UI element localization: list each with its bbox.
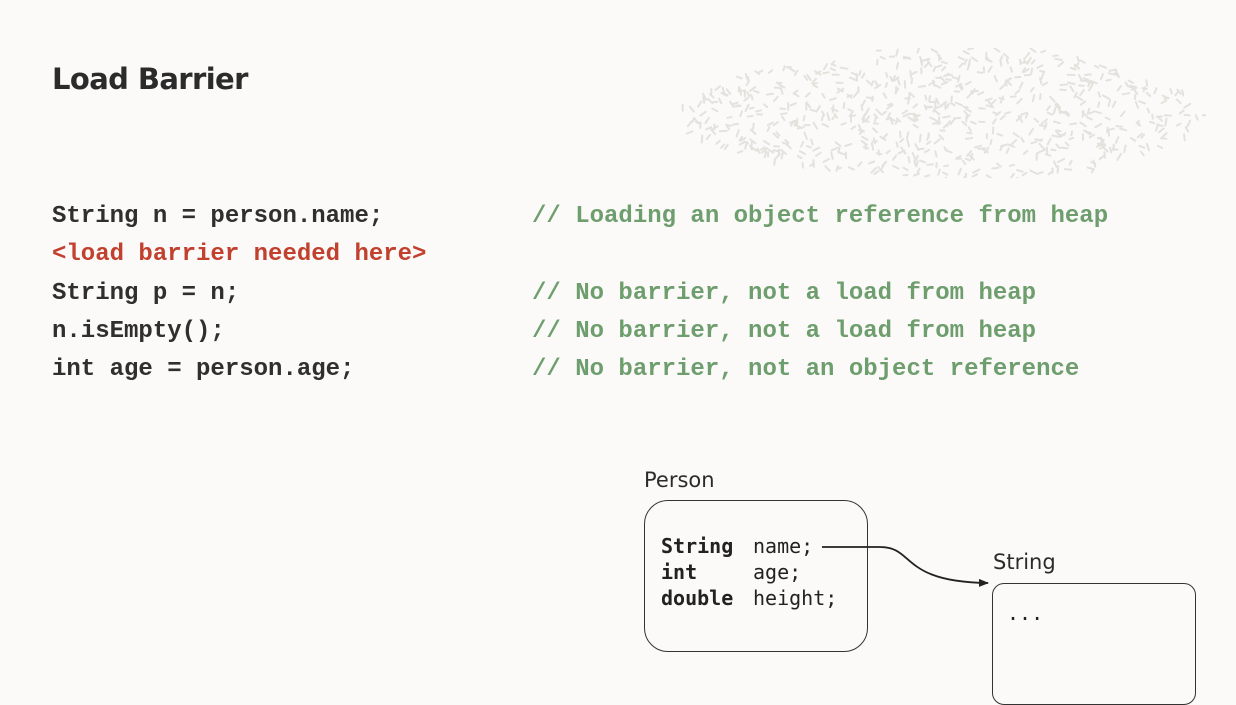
reference-arrow <box>0 0 1236 621</box>
